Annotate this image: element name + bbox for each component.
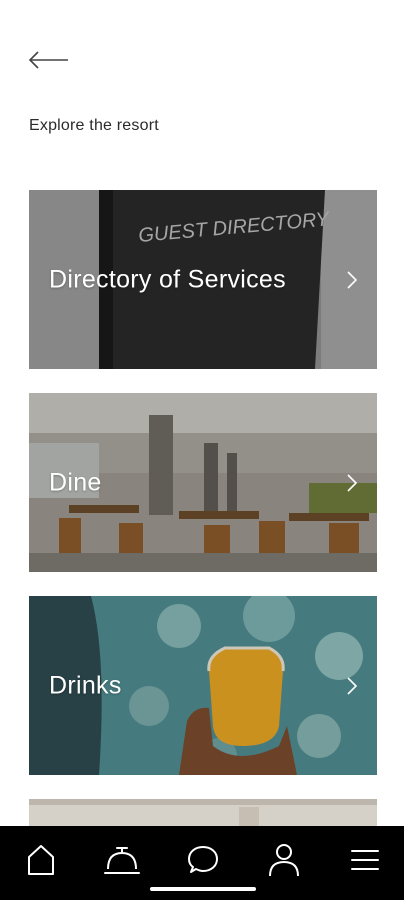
tab-menu[interactable] xyxy=(345,840,385,880)
tab-concierge[interactable] xyxy=(102,840,142,880)
card-label-directory: Directory of Services xyxy=(49,265,286,293)
home-indicator[interactable] xyxy=(150,887,256,891)
tab-chat[interactable] xyxy=(183,840,223,880)
tab-profile[interactable] xyxy=(264,840,304,880)
chevron-right-icon xyxy=(347,676,358,695)
tab-home[interactable] xyxy=(21,840,61,880)
card-drinks[interactable]: Drinks xyxy=(29,596,377,775)
card-partial[interactable] xyxy=(29,799,377,827)
back-button[interactable] xyxy=(26,46,72,74)
card-label-drinks: Drinks xyxy=(49,671,122,699)
section-title: Explore the resort xyxy=(29,117,159,134)
profile-icon xyxy=(269,844,299,877)
card-list: GUEST DIRECTORY Directory of Services Di… xyxy=(29,190,377,851)
chat-icon xyxy=(188,846,218,873)
chevron-right-icon xyxy=(347,473,358,492)
card-dine[interactable]: Dine xyxy=(29,393,377,572)
menu-icon xyxy=(351,850,379,870)
card-directory-of-services[interactable]: GUEST DIRECTORY Directory of Services xyxy=(29,190,377,369)
bottom-tab-bar xyxy=(0,826,404,900)
concierge-bell-icon xyxy=(104,847,140,874)
partial-card-image xyxy=(29,799,377,827)
home-icon xyxy=(28,845,54,875)
arrow-left-icon xyxy=(28,51,68,69)
card-label-dine: Dine xyxy=(49,468,102,496)
chevron-right-icon xyxy=(347,270,358,289)
